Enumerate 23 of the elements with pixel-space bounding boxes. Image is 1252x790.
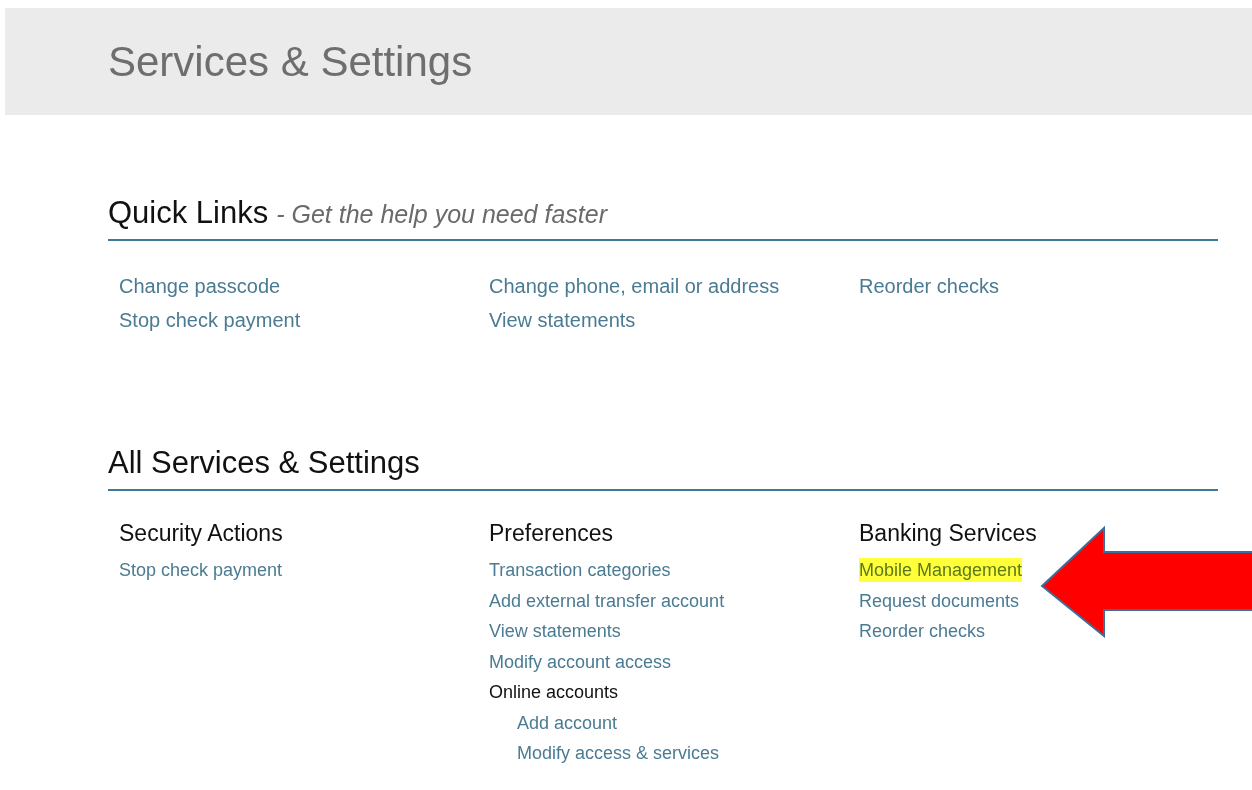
quick-link[interactable]: Change passcode — [119, 269, 281, 303]
quick-link[interactable]: Change phone, email or address — [489, 269, 780, 303]
service-link[interactable]: Add account — [517, 707, 618, 738]
group-title: Preferences — [489, 519, 613, 547]
group-title: Banking Services — [859, 519, 1037, 547]
quick-link[interactable]: Stop check payment — [119, 303, 301, 337]
section-subtitle: - Get the help you need faster — [276, 200, 607, 229]
service-link[interactable]: Modify access & services — [517, 738, 720, 769]
service-link[interactable]: Reorder checks — [859, 616, 986, 647]
quick-link[interactable]: View statements — [489, 303, 636, 337]
service-link[interactable]: Add external transfer account — [489, 585, 725, 616]
service-link[interactable]: Stop check payment — [119, 555, 283, 586]
section-title: Quick Links — [108, 195, 269, 231]
service-link[interactable]: Transaction categories — [489, 555, 671, 586]
service-link[interactable]: Mobile Management — [859, 558, 1023, 582]
group-title: Security Actions — [119, 519, 283, 547]
service-link[interactable]: Request documents — [859, 585, 1020, 616]
service-link[interactable]: View statements — [489, 616, 621, 647]
group-label: Online accounts — [489, 681, 619, 704]
section-title: All Services & Settings — [108, 445, 420, 481]
page-title: Services & Settings — [108, 37, 473, 86]
service-link[interactable]: Modify account access — [489, 646, 672, 677]
quick-link[interactable]: Reorder checks — [859, 269, 1000, 303]
